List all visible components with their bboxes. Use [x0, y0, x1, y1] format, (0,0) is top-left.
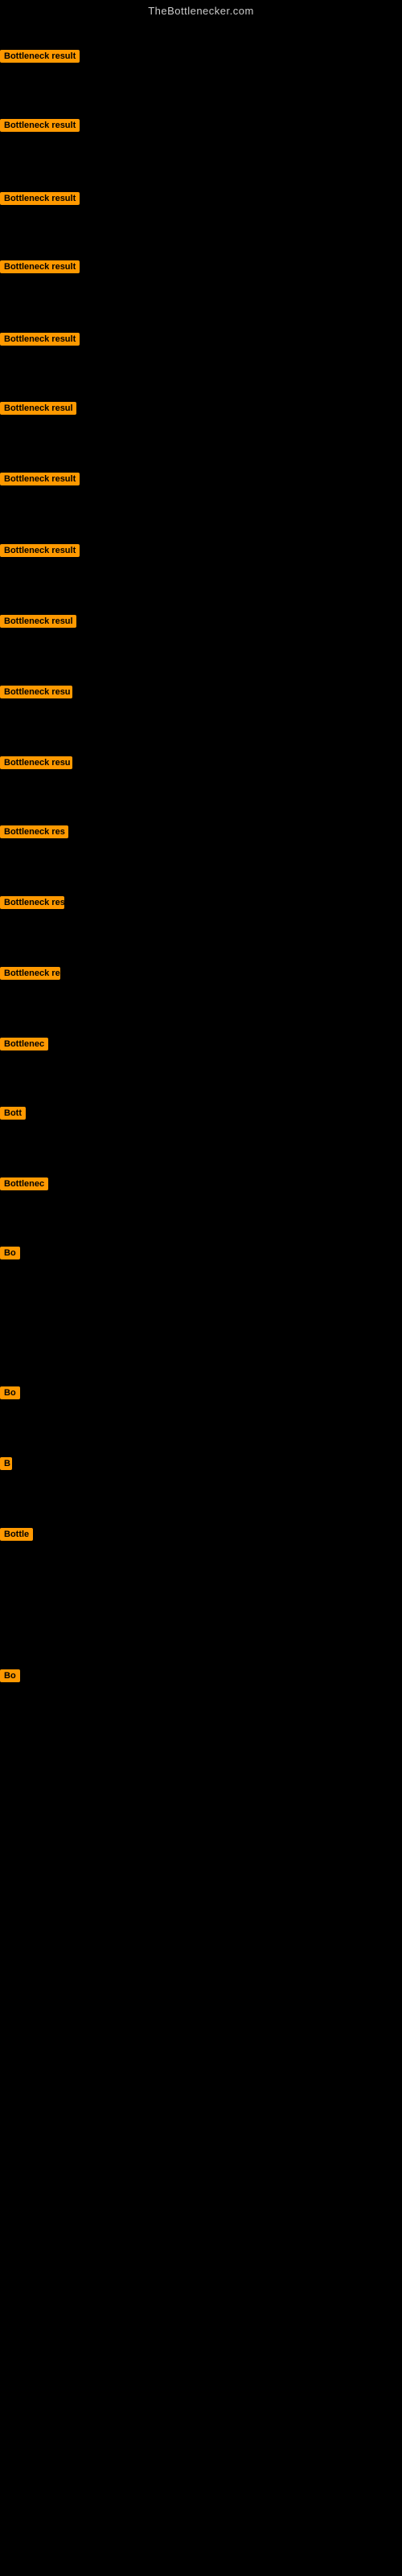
bottleneck-badge[interactable]: B — [0, 1457, 12, 1470]
bottleneck-badge-row: Bottlenec — [0, 1038, 48, 1055]
bottleneck-badge[interactable]: Bottleneck result — [0, 119, 80, 132]
bottleneck-badge[interactable]: Bo — [0, 1386, 20, 1399]
bottleneck-badge[interactable]: Bottleneck resul — [0, 615, 76, 628]
bottleneck-badge-row: Bottleneck result — [0, 119, 80, 136]
bottleneck-badge[interactable]: Bottleneck result — [0, 333, 80, 346]
bottleneck-badge-row: Bo — [0, 1247, 20, 1263]
bottleneck-badge-row: Bottlenec — [0, 1177, 48, 1194]
bottleneck-badge[interactable]: Bottleneck result — [0, 544, 80, 557]
bottleneck-badge-row: Bottleneck re — [0, 967, 60, 984]
bottleneck-badge-row: Bottleneck result — [0, 50, 80, 67]
site-title: TheBottlenecker.com — [0, 0, 402, 20]
bottleneck-badge[interactable]: Bottlenec — [0, 1177, 48, 1190]
bottleneck-badge[interactable]: Bott — [0, 1107, 26, 1120]
bottleneck-badge[interactable]: Bottleneck result — [0, 192, 80, 205]
bottleneck-badge-row: Bottleneck res — [0, 825, 68, 842]
bottleneck-badge-row: Bottleneck resul — [0, 615, 76, 632]
bottleneck-badge[interactable]: Bottleneck resul — [0, 402, 76, 415]
bottleneck-badge[interactable]: Bottlenec — [0, 1038, 48, 1050]
bottleneck-badge-row: Bottleneck resu — [0, 686, 72, 702]
bottleneck-badge[interactable]: Bottleneck res — [0, 896, 64, 909]
bottleneck-badge-row: Bottleneck resu — [0, 756, 72, 773]
bottleneck-badge-row: Bottleneck result — [0, 473, 80, 489]
bottleneck-badge[interactable]: Bottleneck resu — [0, 686, 72, 698]
bottleneck-badge-row: Bottleneck result — [0, 544, 80, 561]
bottleneck-badge[interactable]: Bo — [0, 1247, 20, 1259]
bottleneck-badge-row: Bo — [0, 1386, 20, 1403]
bottleneck-badge[interactable]: Bottleneck result — [0, 260, 80, 273]
bottleneck-badge-row: B — [0, 1457, 12, 1474]
bottleneck-badge-row: Bottle — [0, 1528, 33, 1545]
bottleneck-badge-row: Bottleneck resul — [0, 402, 76, 419]
bottleneck-badge[interactable]: Bottleneck re — [0, 967, 60, 980]
bottleneck-badge-row: Bottleneck result — [0, 192, 80, 209]
bottleneck-badge[interactable]: Bottleneck res — [0, 825, 68, 838]
bottleneck-badge[interactable]: Bottleneck resu — [0, 756, 72, 769]
bottleneck-badge[interactable]: Bottleneck result — [0, 473, 80, 485]
bottleneck-badge[interactable]: Bo — [0, 1669, 20, 1682]
bottleneck-badge[interactable]: Bottleneck result — [0, 50, 80, 63]
bottleneck-badge[interactable]: Bottle — [0, 1528, 33, 1541]
bottleneck-badge-row: Bott — [0, 1107, 26, 1124]
bottleneck-badge-row: Bottleneck result — [0, 260, 80, 277]
bottleneck-badge-row: Bo — [0, 1669, 20, 1686]
bottleneck-badge-row: Bottleneck result — [0, 333, 80, 350]
bottleneck-badge-row: Bottleneck res — [0, 896, 64, 913]
